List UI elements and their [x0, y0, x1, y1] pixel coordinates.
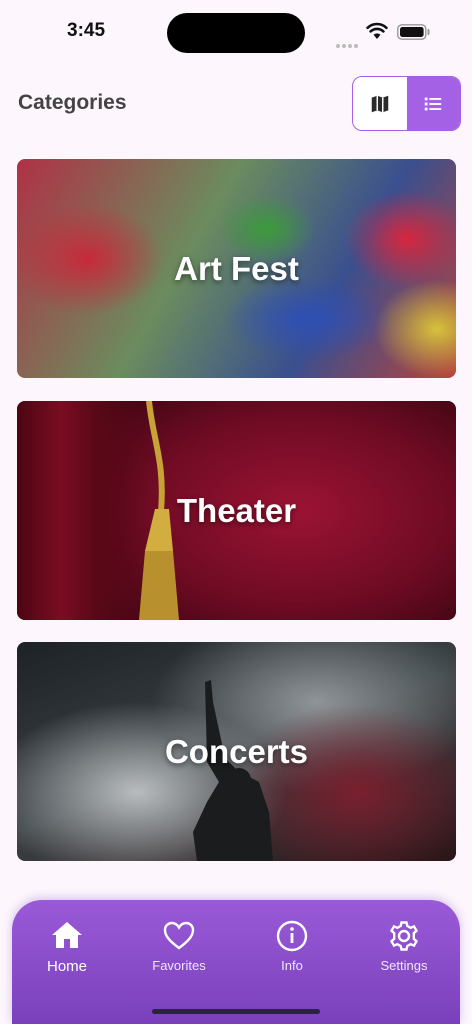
nav-item-favorites[interactable]: Favorites — [129, 920, 229, 973]
home-indicator — [152, 1009, 320, 1014]
category-title: Concerts — [164, 732, 309, 770]
info-icon — [276, 920, 308, 952]
category-card-theater[interactable]: Theater — [17, 401, 456, 620]
page-title: Categories — [18, 91, 127, 114]
heart-icon — [163, 921, 195, 950]
list-icon — [425, 97, 442, 110]
view-toggle[interactable] — [352, 76, 461, 131]
status-time: 3:45 — [67, 20, 106, 41]
category-title: Theater — [176, 491, 297, 529]
category-card-concerts[interactable]: Concerts — [17, 642, 456, 861]
cellular-signal-icon — [336, 35, 360, 53]
nav-item-info[interactable]: Info — [242, 920, 342, 973]
nav-label-favorites: Favorites — [152, 958, 206, 973]
bottom-nav: Home Favorites Info Settings — [12, 900, 460, 1024]
map-icon — [371, 95, 388, 112]
nav-item-settings[interactable]: Settings — [354, 920, 454, 973]
nav-label-home: Home — [46, 958, 87, 975]
battery-icon — [397, 24, 430, 40]
nav-label-info: Info — [281, 958, 303, 973]
list-view-button[interactable] — [406, 77, 460, 130]
nav-label-settings: Settings — [380, 958, 428, 973]
home-icon — [52, 922, 82, 948]
nav-item-home[interactable]: Home — [17, 920, 117, 975]
dynamic-island — [167, 13, 305, 53]
gear-icon — [389, 921, 419, 951]
wifi-icon — [366, 22, 388, 39]
status-bar: 3:45 — [0, 0, 472, 64]
category-card-art-fest[interactable]: Art Fest — [17, 159, 456, 378]
category-title: Art Fest — [174, 249, 299, 287]
map-view-button[interactable] — [353, 77, 407, 130]
